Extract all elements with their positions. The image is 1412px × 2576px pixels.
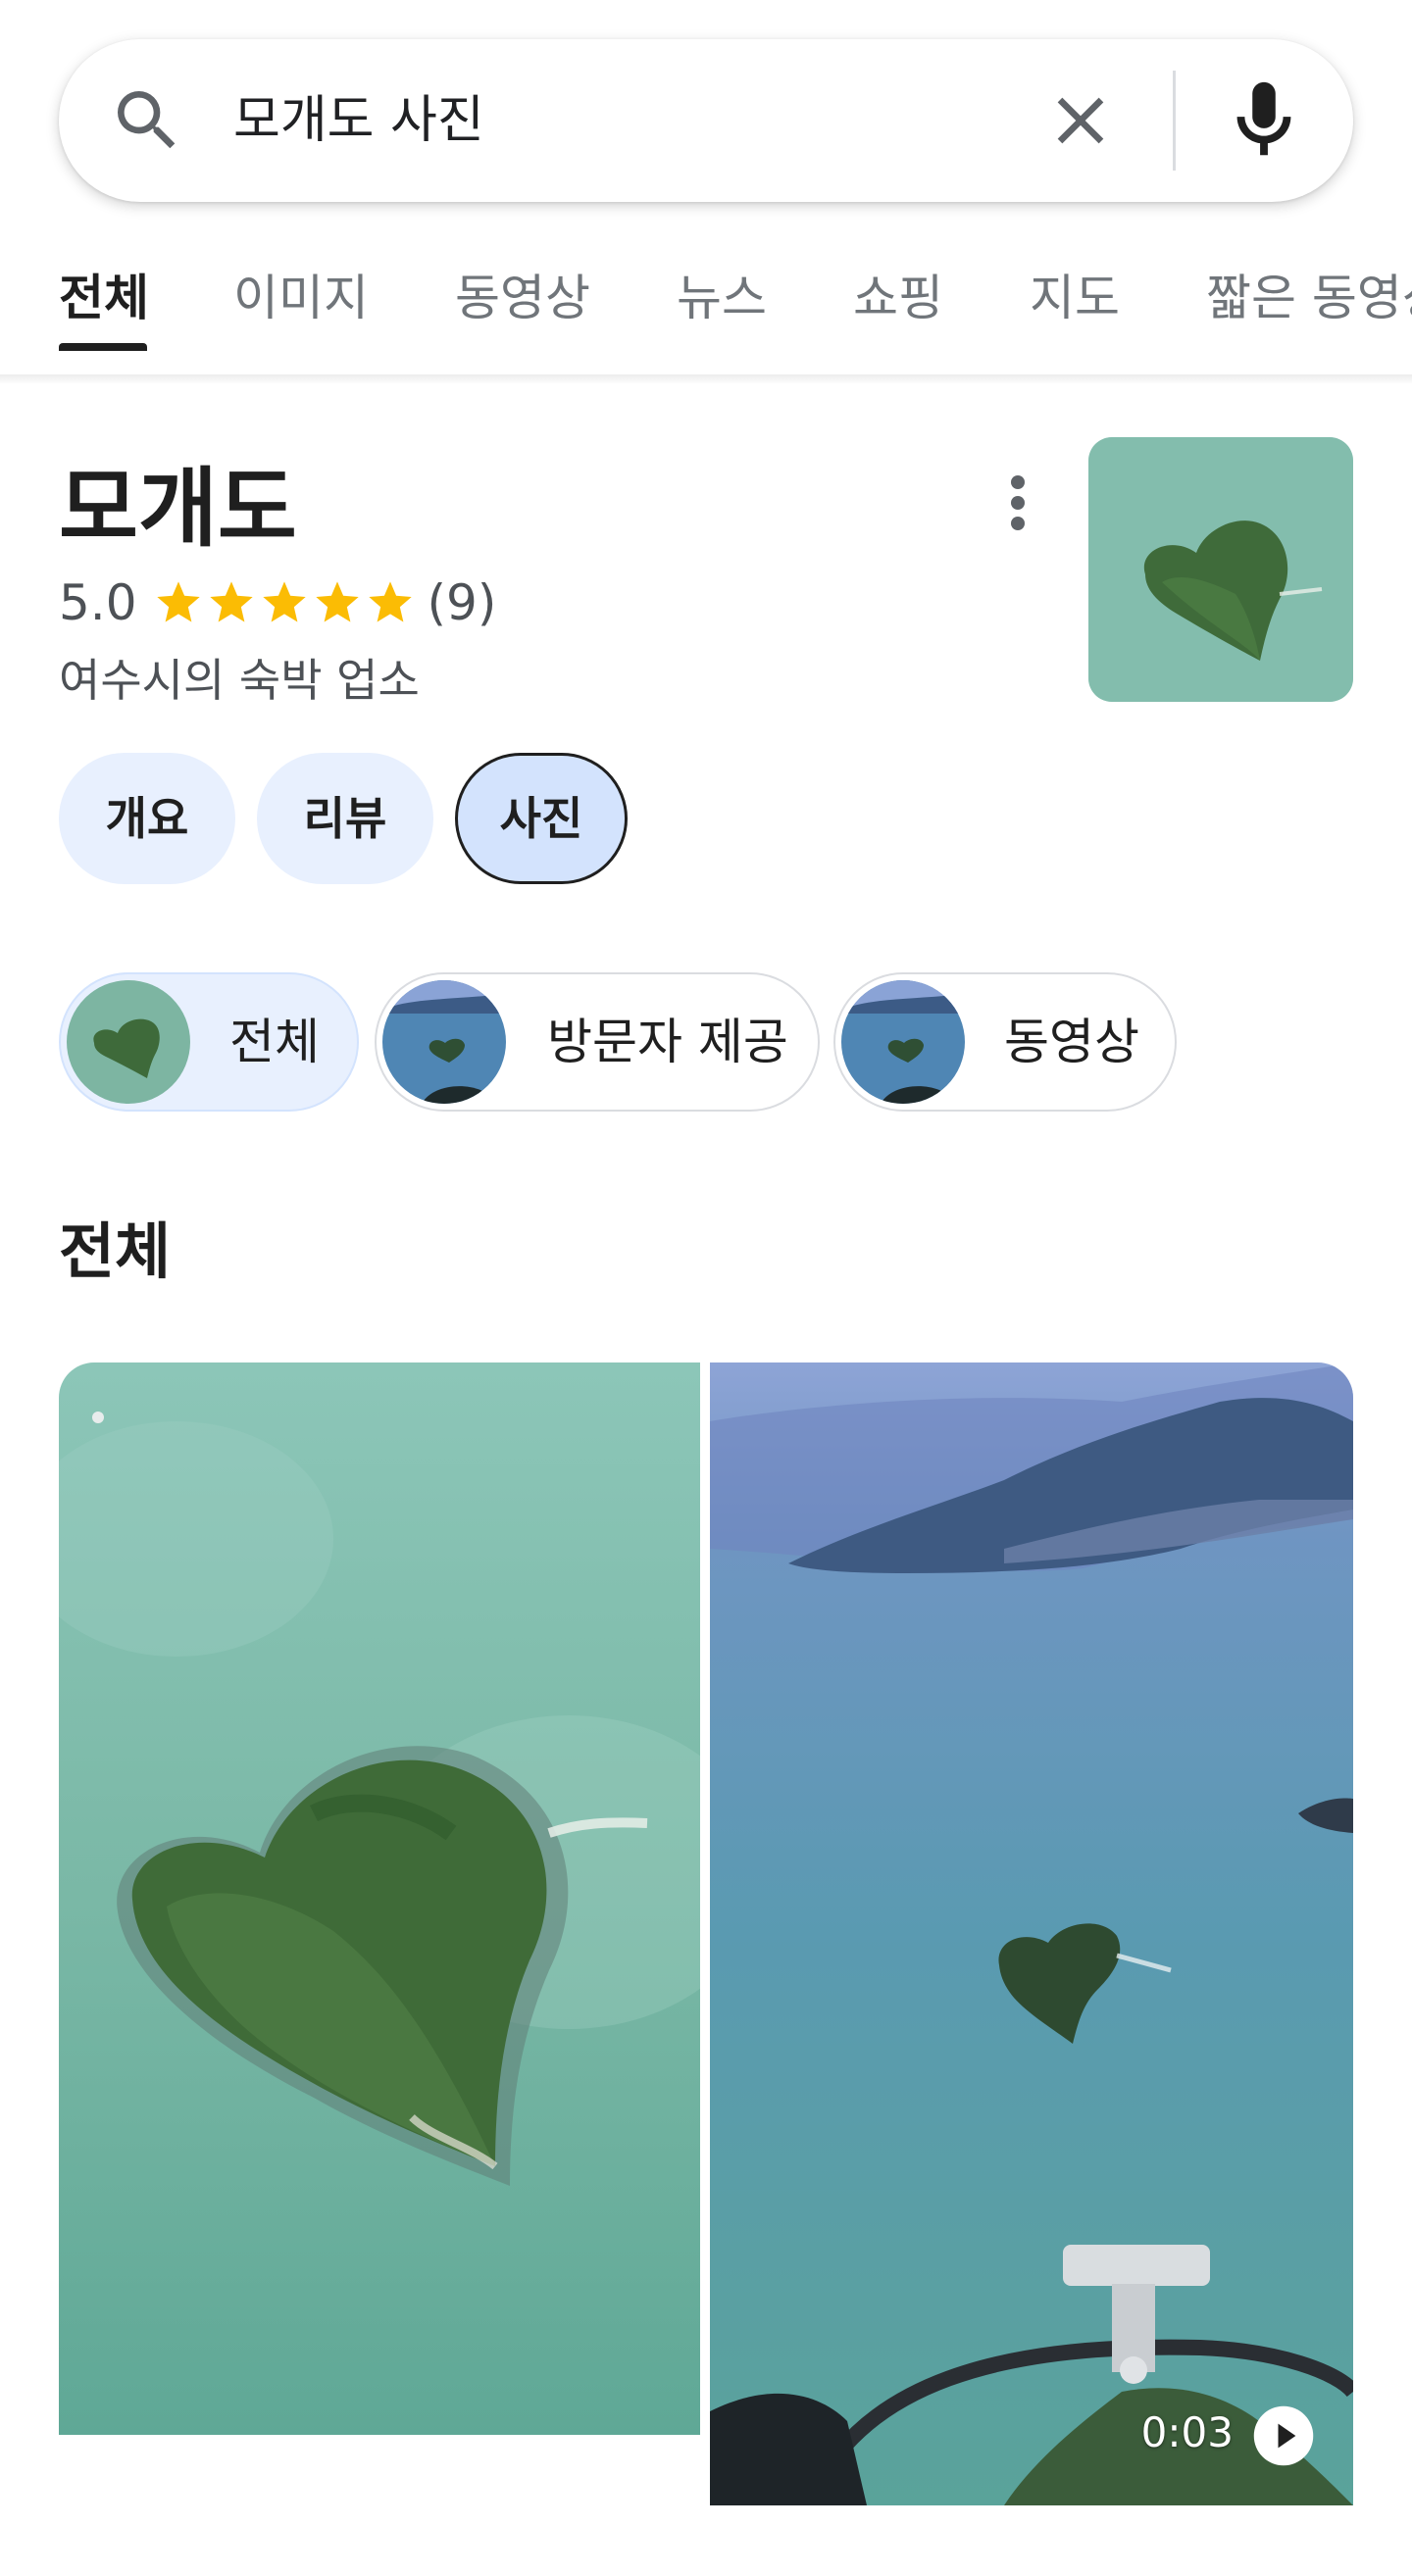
tab-videos[interactable]: 동영상	[455, 257, 590, 353]
filter-videos[interactable]: 동영상	[833, 972, 1177, 1112]
star-icon	[209, 581, 253, 622]
chip-overview[interactable]: 개요	[59, 753, 235, 884]
tab-all[interactable]: 전체	[59, 257, 149, 353]
video-item[interactable]: 0:03	[710, 1362, 1353, 2505]
star-icon	[156, 581, 200, 622]
tab-news[interactable]: 뉴스	[677, 257, 767, 353]
chip-photos[interactable]: 사진	[455, 753, 628, 884]
microphone-icon[interactable]	[1218, 74, 1310, 167]
review-count: (9)	[427, 574, 497, 631]
rating-stars	[153, 577, 418, 628]
active-tab-indicator	[59, 343, 147, 351]
filter-visitor-label: 방문자 제공	[547, 1014, 788, 1070]
filter-videos-thumbnail	[841, 980, 965, 1104]
search-input[interactable]: 모개도 사진	[233, 39, 484, 202]
video-duration: 0:03	[1140, 2408, 1234, 2456]
filter-all-thumbnail	[67, 980, 190, 1104]
more-options-icon[interactable]	[990, 469, 1045, 537]
island-thumbnail-image	[1088, 437, 1353, 702]
rating-value: 5.0	[59, 574, 137, 631]
aerial-video-frame	[710, 1362, 1353, 2505]
filter-visitor-contributed[interactable]: 방문자 제공	[375, 972, 820, 1112]
star-icon	[315, 581, 359, 622]
aerial-island-photo	[59, 1362, 700, 2435]
search-tabs: 전체 이미지 동영상 뉴스 쇼핑 지도 짧은 동영상	[0, 257, 1412, 374]
tab-images[interactable]: 이미지	[233, 257, 369, 353]
tabs-divider	[0, 374, 1412, 384]
entity-category: 여수시의 숙박 업소	[59, 654, 420, 707]
clear-icon[interactable]	[1041, 81, 1120, 160]
search-divider	[1173, 71, 1176, 171]
star-icon	[262, 581, 306, 622]
rating-row[interactable]: 5.0 (9)	[59, 569, 496, 637]
tab-maps[interactable]: 지도	[1030, 257, 1120, 353]
filter-all-label: 전체	[229, 1014, 320, 1070]
entity-title: 모개도	[59, 458, 297, 559]
play-icon[interactable]	[1251, 2403, 1316, 2468]
filter-videos-label: 동영상	[1004, 1014, 1139, 1070]
chip-reviews[interactable]: 리뷰	[257, 753, 433, 884]
filter-visitor-thumbnail	[382, 980, 506, 1104]
tab-short-videos[interactable]: 짧은 동영상	[1206, 257, 1412, 353]
tab-shopping[interactable]: 쇼핑	[853, 257, 943, 353]
search-bar[interactable]: 모개도 사진	[59, 39, 1353, 202]
filter-all[interactable]: 전체	[59, 972, 359, 1112]
entity-thumbnail[interactable]	[1088, 437, 1353, 702]
photo-item[interactable]	[59, 1362, 700, 2435]
search-icon	[118, 91, 176, 149]
star-icon	[368, 581, 412, 622]
section-title: 전체	[59, 1215, 172, 1287]
